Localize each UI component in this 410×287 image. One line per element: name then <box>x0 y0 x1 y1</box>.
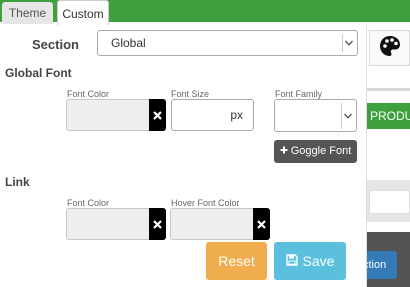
plus-icon <box>280 145 291 157</box>
section-select-value: Global <box>111 36 146 50</box>
font-family-select[interactable] <box>274 99 357 132</box>
tab-custom[interactable]: Custom <box>57 0 109 26</box>
palette-button[interactable] <box>369 30 410 66</box>
background-product-label: PRODUC <box>370 109 410 123</box>
global-font-color-input[interactable] <box>66 99 166 131</box>
font-size-label: Font Size <box>171 89 210 99</box>
background-product-button[interactable]: PRODUC <box>366 103 410 129</box>
link-font-color-input[interactable] <box>66 208 166 240</box>
font-size-input[interactable]: px <box>171 99 254 131</box>
background-divider <box>366 88 410 91</box>
save-label: Save <box>302 253 335 269</box>
background-input[interactable] <box>369 190 410 214</box>
google-font-button[interactable]: Goggle Font <box>274 140 357 163</box>
close-icon[interactable] <box>149 208 166 240</box>
chevron-down-icon <box>342 34 355 52</box>
global-font-heading: Global Font <box>5 66 72 80</box>
section-select[interactable]: Global <box>97 30 358 56</box>
font-family-label: Font Family <box>275 89 323 99</box>
save-button[interactable]: Save <box>274 242 346 280</box>
reset-button[interactable]: Reset <box>206 242 267 280</box>
hover-font-color-label: Hover Font Color <box>171 198 240 208</box>
link-heading: Link <box>5 175 30 189</box>
close-icon[interactable] <box>149 99 166 131</box>
tab-theme[interactable]: Theme <box>2 2 53 24</box>
floppy-disk-icon <box>285 242 298 280</box>
google-font-label: Goggle Font <box>290 145 352 157</box>
palette-icon <box>379 35 401 62</box>
section-label: Section <box>32 37 79 52</box>
hover-font-color-input[interactable] <box>170 208 270 240</box>
link-font-color-label: Font Color <box>67 198 110 208</box>
global-font-color-label: Font Color <box>67 89 110 99</box>
chevron-down-icon <box>341 103 354 129</box>
close-icon[interactable] <box>253 208 270 240</box>
